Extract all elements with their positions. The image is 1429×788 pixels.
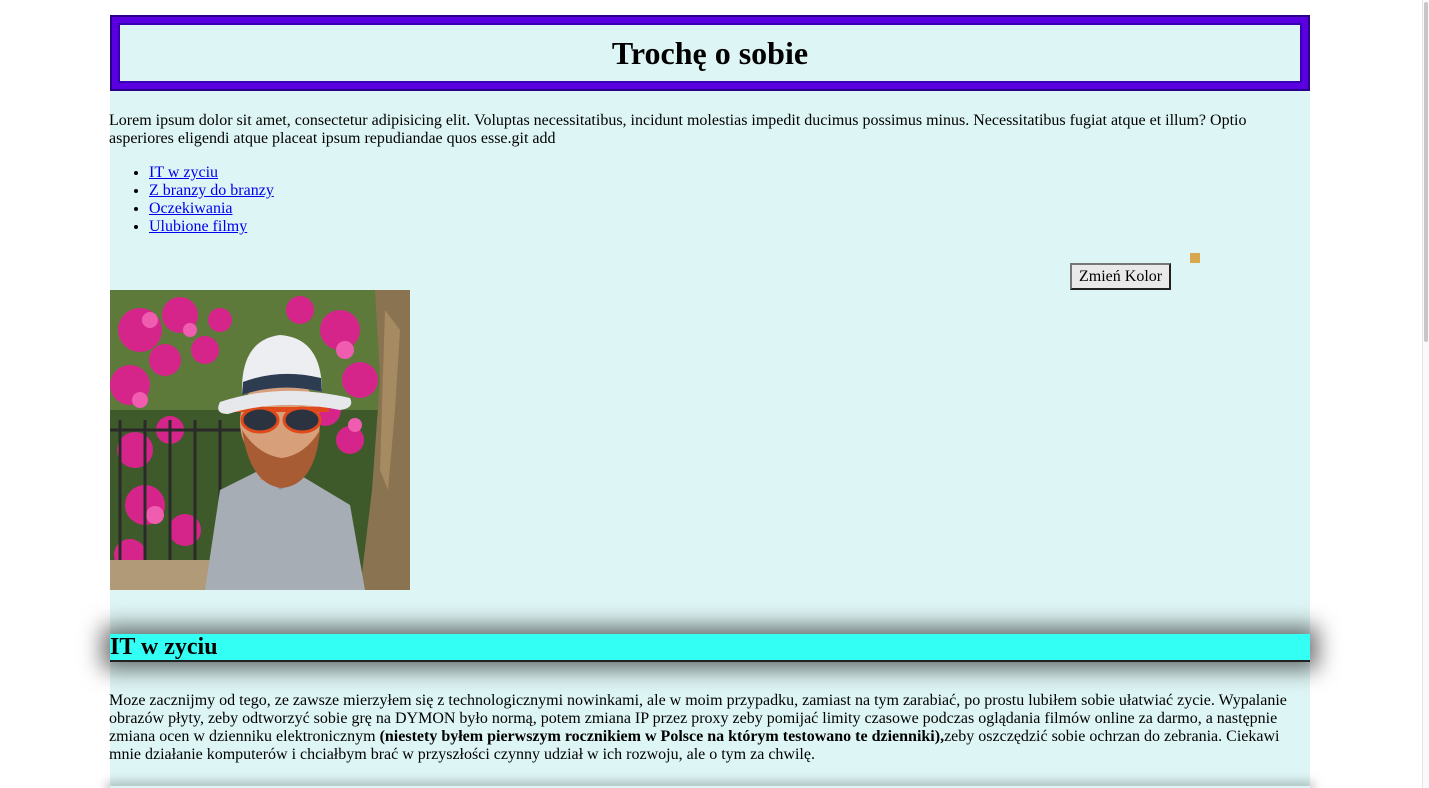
- section-nav: IT w zyciu Z branzy do branzy Oczekiwani…: [109, 164, 274, 236]
- scrollbar-thumb[interactable]: [1424, 2, 1428, 342]
- section-bold-text: (niestety byłem pierwszym rocznikiem w P…: [379, 728, 945, 745]
- section-paragraph: Moze zacznijmy od tego, ze zawsze mierzy…: [109, 692, 1289, 764]
- profile-photo-image: [110, 290, 410, 590]
- nav-link-oczekiwania[interactable]: Oczekiwania: [149, 200, 233, 217]
- page-header: Trochę o sobie: [110, 15, 1310, 91]
- color-indicator: [1190, 253, 1200, 263]
- profile-photo: [110, 290, 410, 590]
- nav-item: Ulubione filmy: [149, 218, 274, 236]
- nav-item: Oczekiwania: [149, 200, 274, 218]
- header-inner: Trochę o sobie: [118, 23, 1302, 83]
- nav-link-ulubione-filmy[interactable]: Ulubione filmy: [149, 218, 247, 235]
- page-container: Trochę o sobie Lorem ipsum dolor sit ame…: [109, 0, 1310, 788]
- nav-item: IT w zyciu: [149, 164, 274, 182]
- nav-item: Z branzy do branzy: [149, 182, 274, 200]
- top-margin: [110, 0, 1310, 15]
- nav-link-z-branzy[interactable]: Z branzy do branzy: [149, 182, 274, 199]
- change-color-button[interactable]: Zmień Kolor: [1070, 263, 1172, 290]
- page-title: Trochę o sobie: [611, 35, 809, 71]
- intro-paragraph: Lorem ipsum dolor sit amet, consectetur …: [109, 112, 1247, 147]
- section-heading-it-w-zyciu: IT w zyciu: [110, 634, 1310, 662]
- nav-link-it-w-zyciu[interactable]: IT w zyciu: [149, 164, 218, 181]
